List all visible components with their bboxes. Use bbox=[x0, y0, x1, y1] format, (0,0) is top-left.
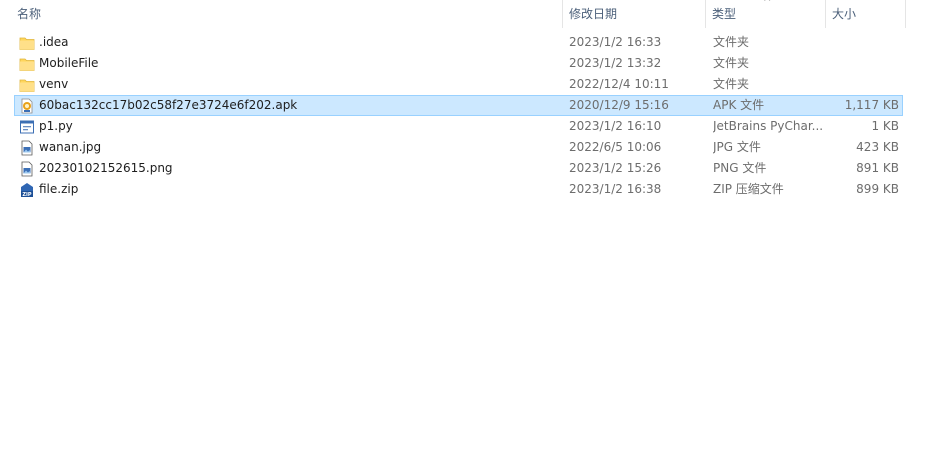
file-date-modified: 2023/1/2 15:26 bbox=[569, 161, 662, 175]
file-name: 60bac132cc17b02c58f27e3724e6f202.apk bbox=[39, 98, 298, 112]
file-size: 1,117 KB bbox=[844, 98, 899, 112]
image-file-icon bbox=[19, 140, 35, 156]
file-date-modified: 2023/1/2 16:38 bbox=[569, 182, 662, 196]
file-date-modified: 2022/12/4 10:11 bbox=[569, 77, 669, 91]
file-name: file.zip bbox=[39, 182, 79, 196]
zip-file-icon: ZIP bbox=[19, 182, 35, 198]
file-type: 文件夹 bbox=[713, 77, 750, 91]
file-size: 1 KB bbox=[871, 119, 899, 133]
file-row-p1-py[interactable]: p1.py 2023/1/2 16:10 JetBrains PyChar...… bbox=[14, 116, 903, 137]
file-size bbox=[827, 54, 899, 73]
python-file-icon bbox=[19, 119, 35, 135]
image-file-icon bbox=[19, 161, 35, 177]
file-row-idea[interactable]: .idea 2023/1/2 16:33 文件夹 bbox=[14, 32, 903, 53]
folder-icon bbox=[19, 35, 35, 51]
file-row-apk[interactable]: 60bac132cc17b02c58f27e3724e6f202.apk 202… bbox=[14, 95, 903, 116]
file-row-mobilefile[interactable]: MobileFile 2023/1/2 13:32 文件夹 bbox=[14, 53, 903, 74]
column-header-date-modified[interactable]: 修改日期 bbox=[563, 0, 706, 28]
file-name: .idea bbox=[39, 35, 69, 49]
file-date-modified: 2023/1/2 16:33 bbox=[569, 35, 662, 49]
apk-file-icon bbox=[19, 98, 35, 114]
file-name: venv bbox=[39, 77, 69, 91]
file-explorer-window: 名称 修改日期 类型 大小 ^ .idea 2023/1/2 16:33 文件夹… bbox=[0, 0, 925, 454]
file-row-venv[interactable]: venv 2022/12/4 10:11 文件夹 bbox=[14, 74, 903, 95]
file-date-modified: 2022/6/5 10:06 bbox=[569, 140, 662, 154]
file-size: 423 KB bbox=[856, 140, 899, 154]
column-header-bar: 名称 修改日期 类型 大小 ^ bbox=[0, 0, 925, 30]
file-name: wanan.jpg bbox=[39, 140, 102, 154]
file-name: 20230102152615.png bbox=[39, 161, 173, 175]
file-row-wanan-jpg[interactable]: wanan.jpg 2022/6/5 10:06 JPG 文件 423 KB bbox=[14, 137, 903, 158]
file-date-modified: 2023/1/2 16:10 bbox=[569, 119, 662, 133]
file-size bbox=[827, 33, 899, 52]
file-name: p1.py bbox=[39, 119, 73, 133]
column-header-name[interactable]: 名称 bbox=[11, 0, 563, 28]
svg-text:ZIP: ZIP bbox=[22, 192, 31, 198]
file-size bbox=[827, 75, 899, 94]
sort-ascending-icon: ^ bbox=[763, 0, 772, 8]
column-header-size[interactable]: 大小 bbox=[826, 0, 906, 28]
file-size: 891 KB bbox=[856, 161, 899, 175]
file-size: 899 KB bbox=[856, 182, 899, 196]
folder-icon bbox=[19, 56, 35, 72]
file-name: MobileFile bbox=[39, 56, 99, 70]
file-row-png[interactable]: 20230102152615.png 2023/1/2 15:26 PNG 文件… bbox=[14, 158, 903, 179]
file-type: ZIP 压缩文件 bbox=[713, 182, 784, 196]
folder-icon bbox=[19, 77, 35, 93]
file-type: APK 文件 bbox=[713, 98, 765, 112]
file-type: 文件夹 bbox=[713, 35, 750, 49]
file-type: PNG 文件 bbox=[713, 161, 767, 175]
file-row-file-zip[interactable]: ZIP file.zip 2023/1/2 16:38 ZIP 压缩文件 899… bbox=[14, 179, 903, 200]
file-date-modified: 2020/12/9 15:16 bbox=[569, 98, 669, 112]
file-type: JetBrains PyChar... bbox=[713, 119, 824, 133]
file-type: JPG 文件 bbox=[713, 140, 761, 154]
file-type: 文件夹 bbox=[713, 56, 750, 70]
file-date-modified: 2023/1/2 13:32 bbox=[569, 56, 662, 70]
